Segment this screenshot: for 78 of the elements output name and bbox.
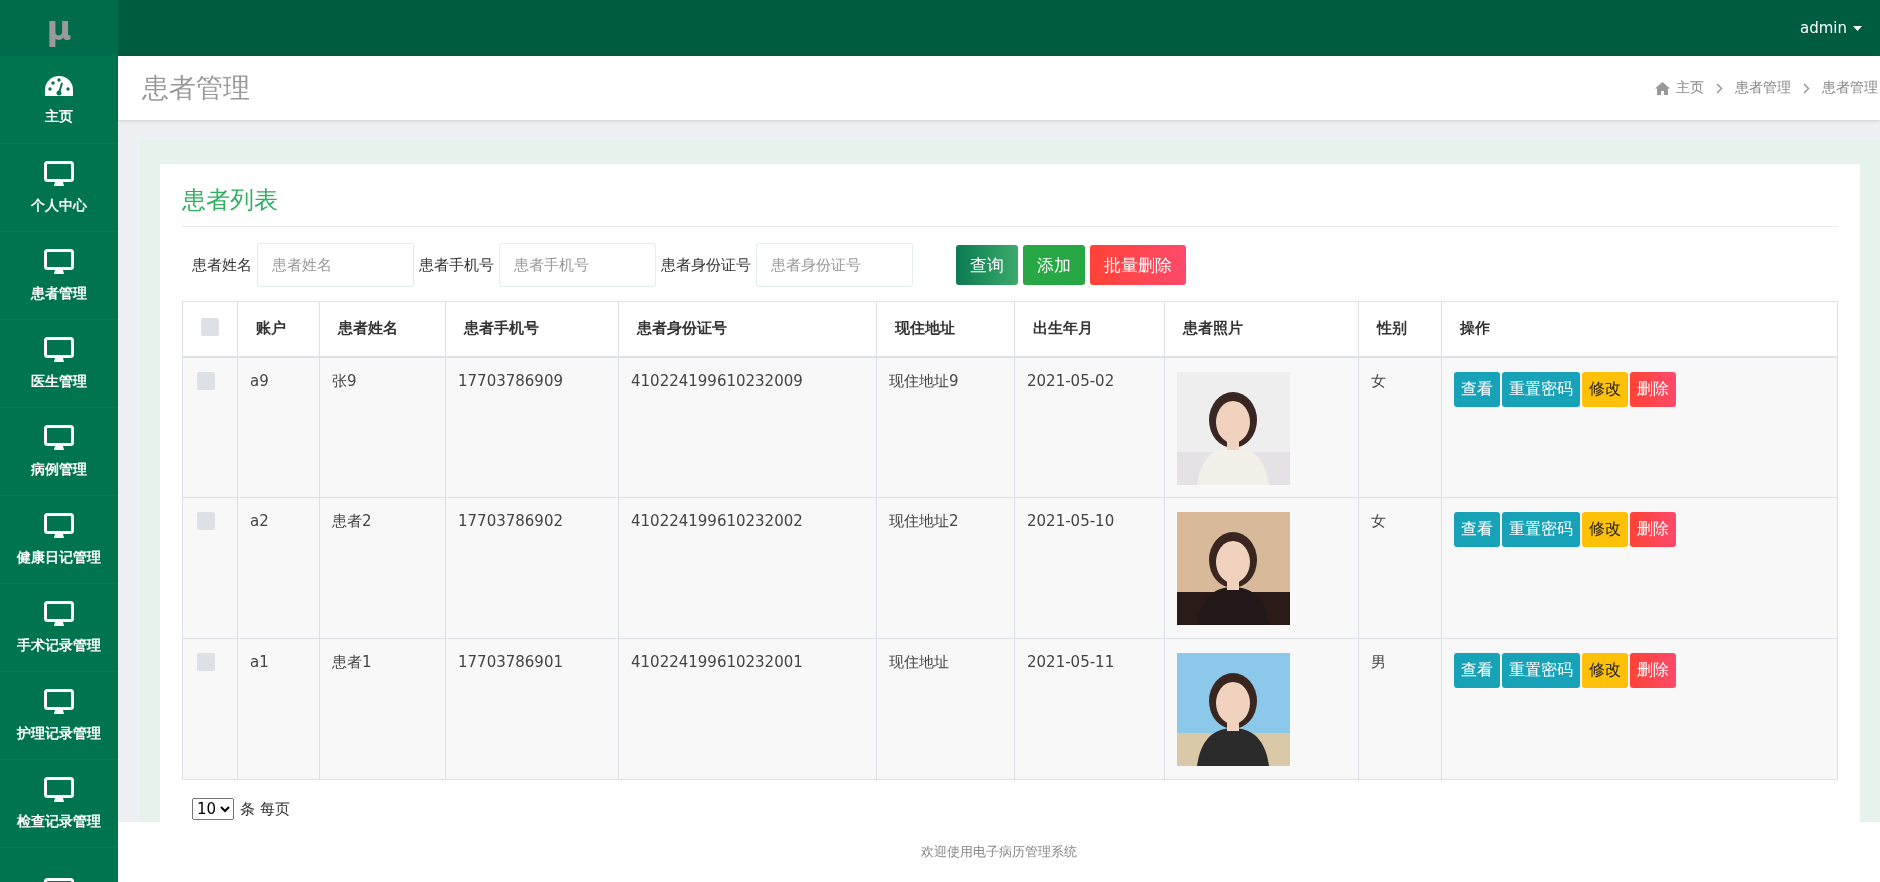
field-label: 患者身份证号 xyxy=(661,255,751,275)
caret-icon xyxy=(1853,25,1862,31)
search-field[interactable]: 患者手机号 xyxy=(499,243,656,287)
table-cell: a2 xyxy=(237,497,320,639)
edit-button[interactable]: 修改 xyxy=(1582,512,1628,547)
action-button[interactable]: 重置密码 xyxy=(1502,512,1580,547)
card-title: 患者列表 xyxy=(182,180,1838,227)
column-header: 出生年月 xyxy=(1014,301,1165,357)
page-size-label: 条 每页 xyxy=(240,799,290,819)
table-cell: 2021-05-11 xyxy=(1014,638,1165,780)
logo: µ xyxy=(0,0,118,56)
chevron-icon xyxy=(1803,82,1810,94)
breadcrumb-link[interactable]: 患者管理 xyxy=(1822,79,1878,97)
monitor-icon xyxy=(44,600,74,629)
breadcrumb-text[interactable]: 主页 xyxy=(1676,79,1704,97)
field-label: 患者手机号 xyxy=(419,255,494,275)
column-header: 操作 xyxy=(1441,301,1838,357)
table-cell: 17703786901 xyxy=(445,638,619,780)
monitor-icon xyxy=(44,688,74,717)
monitor-icon xyxy=(44,512,74,541)
monitor-icon xyxy=(44,776,74,805)
breadcrumb-link[interactable]: 主页 xyxy=(1655,79,1704,97)
table-cell: 410224199610232002 xyxy=(618,497,877,639)
chevron-icon xyxy=(1716,82,1723,94)
table-cell: 男 xyxy=(1358,638,1442,780)
select-all-checkbox[interactable] xyxy=(201,317,219,336)
monitor-icon xyxy=(44,336,74,365)
column-header: 患者照片 xyxy=(1164,301,1359,357)
column-header: 现住地址 xyxy=(876,301,1015,357)
footer-text: 欢迎使用电子病历管理系统 xyxy=(921,843,1077,861)
user-menu[interactable]: admin xyxy=(1800,19,1862,37)
add-button[interactable]: 添加 xyxy=(1023,245,1085,285)
action-button[interactable]: 重置密码 xyxy=(1502,371,1580,407)
action-button[interactable]: 查看 xyxy=(1454,512,1500,547)
page-title: 患者管理 xyxy=(142,71,250,105)
table-cell: 女 xyxy=(1358,497,1442,639)
table-cell: a1 xyxy=(237,638,320,780)
edit-button[interactable]: 修改 xyxy=(1582,653,1628,688)
row-checkbox[interactable] xyxy=(197,653,215,671)
table-cell: 现住地址9 xyxy=(876,356,1015,498)
table-cell: 410224199610232001 xyxy=(618,638,877,780)
action-button[interactable]: 查看 xyxy=(1454,371,1500,407)
column-header: 账户 xyxy=(237,301,320,357)
field-label: 患者姓名 xyxy=(192,255,252,275)
delete-button[interactable]: 删除 xyxy=(1630,512,1676,547)
table-cell: 患者1 xyxy=(319,638,446,780)
action-button[interactable]: 重置密码 xyxy=(1502,653,1580,688)
column-header: 患者身份证号 xyxy=(618,301,877,357)
table-cell: 现住地址2 xyxy=(876,497,1015,639)
edit-button[interactable]: 修改 xyxy=(1582,371,1628,407)
row-checkbox[interactable] xyxy=(197,371,215,390)
danger-button[interactable]: 批量删除 xyxy=(1090,245,1186,285)
table-cell: 17703786909 xyxy=(445,356,619,498)
table-cell: 410224199610232009 xyxy=(618,356,877,498)
row-checkbox[interactable] xyxy=(197,512,215,530)
table-cell: 患者2 xyxy=(319,497,446,639)
search-field[interactable]: 患者姓名 xyxy=(257,243,414,287)
table-cell: a9 xyxy=(237,356,320,498)
table-cell: 2021-05-02 xyxy=(1014,356,1165,498)
breadcrumb-link[interactable]: 患者管理 xyxy=(1735,79,1791,97)
monitor-icon xyxy=(44,160,74,189)
monitor-icon xyxy=(44,424,74,453)
column-header: 患者手机号 xyxy=(445,301,619,357)
query-button[interactable]: 查询 xyxy=(956,245,1018,285)
monitor-icon xyxy=(44,248,74,277)
column-header: 性别 xyxy=(1358,301,1442,357)
column-header: 患者姓名 xyxy=(319,301,446,357)
action-button[interactable]: 查看 xyxy=(1454,653,1500,688)
table-cell: 17703786902 xyxy=(445,497,619,639)
table-cell: 2021-05-10 xyxy=(1014,497,1165,639)
table-cell: 女 xyxy=(1358,356,1442,498)
table-cell: 张9 xyxy=(319,356,446,498)
search-field[interactable]: 患者身份证号 xyxy=(756,243,913,287)
home-icon xyxy=(1655,81,1670,95)
delete-button[interactable]: 删除 xyxy=(1630,653,1676,688)
table-cell: 现住地址 xyxy=(876,638,1015,780)
delete-button[interactable]: 删除 xyxy=(1630,371,1676,407)
page-size-select[interactable]: 10 xyxy=(192,798,234,820)
